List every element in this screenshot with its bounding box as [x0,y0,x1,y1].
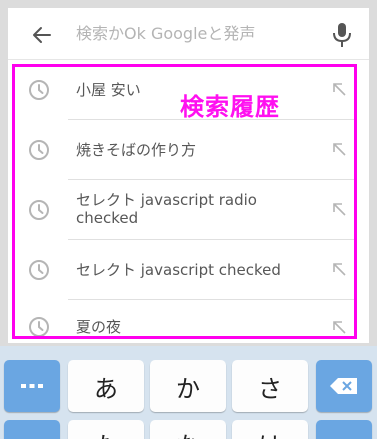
history-item-label: 夏の夜 [76,318,122,336]
left-key[interactable] [4,420,60,439]
ellipsis-icon [21,384,43,388]
clock-icon [29,200,49,220]
backspace-icon [330,378,357,394]
history-item-label: セレクト javascript radio checked [76,191,257,227]
search-input[interactable]: 検索かOk Googleと発声 [76,24,255,44]
key-a[interactable]: あ [68,360,144,412]
key-ka[interactable]: か [150,360,226,412]
key-na[interactable]: な [150,420,226,439]
arrow-up-left-icon[interactable] [332,262,346,276]
arrow-left-icon[interactable] [30,23,54,47]
right-key[interactable] [316,420,372,439]
arrow-up-left-icon[interactable] [332,142,346,156]
clock-icon [29,260,49,280]
history-item[interactable]: 夏の夜 [8,300,369,343]
history-item[interactable]: 焼きそばの作り方 [8,120,369,180]
history-item-label: 焼きそばの作り方 [76,141,197,159]
arrow-up-left-icon[interactable] [332,82,346,96]
clock-icon [29,80,49,100]
history-item[interactable]: セレクト javascript radio checked [8,180,369,240]
key-ha[interactable]: は [232,420,308,439]
clock-icon [29,317,49,337]
arrow-up-left-icon[interactable] [332,202,346,216]
annotation-label: 検索履歴 [180,93,280,121]
arrow-up-left-icon[interactable] [332,320,346,334]
keyboard: あ か さ た な は [0,346,377,439]
history-item[interactable]: セレクト javascript checked [8,240,369,300]
history-item-label: セレクト javascript checked [76,261,281,279]
microphone-icon[interactable] [331,22,353,48]
clock-icon [29,140,49,160]
search-bar: 検索かOk Googleと発声 [8,8,369,60]
key-sa[interactable]: さ [232,360,308,412]
key-ta[interactable]: た [68,420,144,439]
backspace-key[interactable] [316,360,372,412]
more-key[interactable] [4,360,60,412]
